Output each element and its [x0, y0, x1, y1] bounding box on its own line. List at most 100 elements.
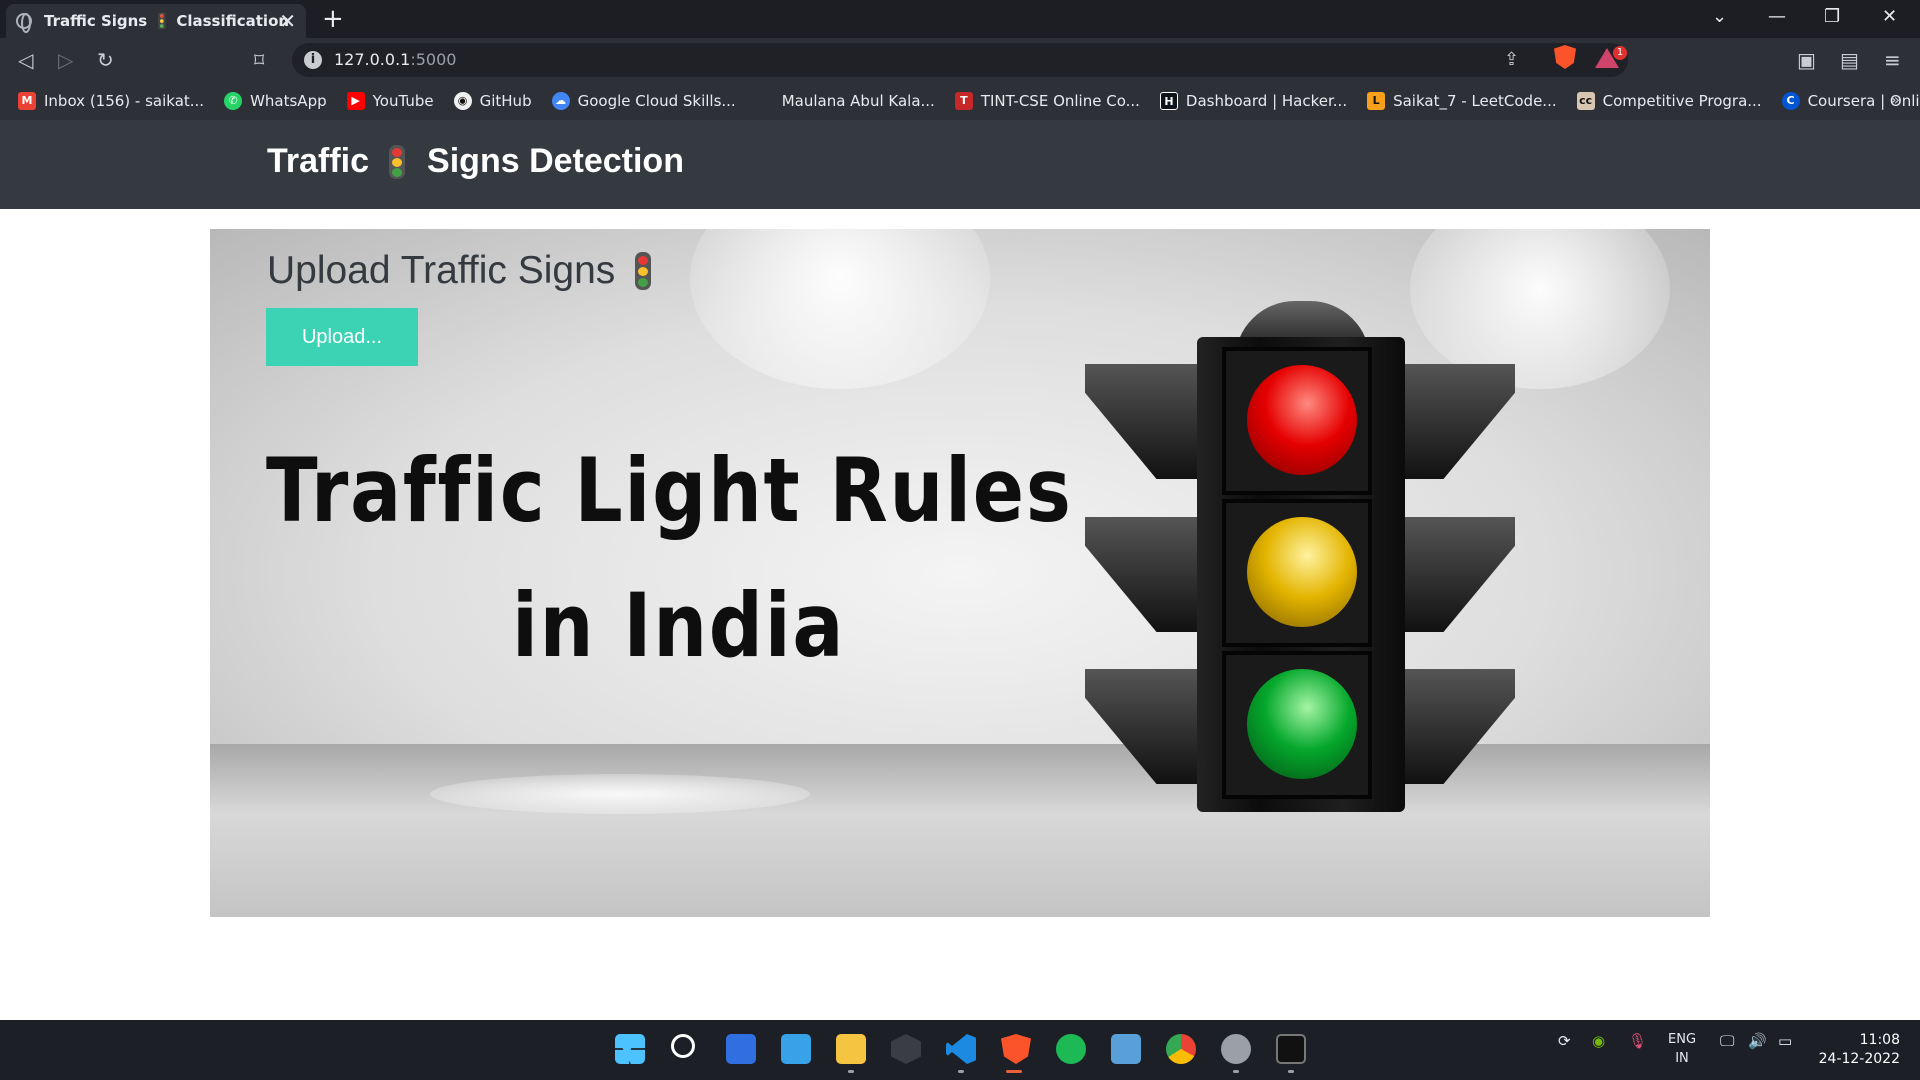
hackerrank-icon: H: [1159, 92, 1178, 110]
bookmark-label: YouTube: [372, 92, 434, 110]
vscode-icon[interactable]: [946, 1034, 976, 1064]
spotify-icon[interactable]: [1056, 1034, 1086, 1064]
bookmark-icon[interactable]: ⌑: [254, 48, 264, 72]
more-bookmarks-chevron-icon[interactable]: »: [1890, 90, 1900, 109]
bookmark-item[interactable]: M Inbox (156) - saikat...: [18, 92, 204, 110]
volume-icon[interactable]: 🔊: [1748, 1032, 1767, 1050]
bookmark-item[interactable]: L Saikat_7 - LeetCode...: [1367, 92, 1557, 110]
traffic-light-icon: [635, 252, 652, 290]
bookmark-label: Dashboard | Hacker...: [1185, 92, 1348, 110]
tint-icon: T: [954, 92, 973, 110]
widgets-icon[interactable]: [726, 1034, 756, 1064]
app-navbar: Traffic Signs Detection: [0, 120, 1920, 209]
brand-text-left: Traffic: [267, 142, 370, 180]
bookmark-item[interactable]: ◉ GitHub: [453, 92, 532, 110]
browser-toolbar: ◁ ▷ ↻ ⌑ i 127.0.0.1:5000 ⇪ ▣ ▤ ≡: [0, 38, 1920, 82]
bookmark-label: TINT-CSE Online Co...: [980, 92, 1140, 110]
bookmark-item[interactable]: cc Competitive Progra...: [1576, 92, 1762, 110]
system-clock[interactable]: 11:08 24-12-2022: [1819, 1031, 1900, 1069]
bookmark-item[interactable]: ▶ YouTube: [346, 92, 434, 110]
tab-search-chevron-icon[interactable]: ⌄: [1712, 6, 1727, 27]
new-tab-button[interactable]: +: [322, 4, 344, 34]
bookmark-label: WhatsApp: [250, 92, 327, 110]
browser-titlebar: Traffic Signs 🚦 Classification ✕ + ⌄ — ❐…: [0, 0, 1920, 38]
youtube-icon: ▶: [346, 92, 365, 110]
terminal-icon[interactable]: [1276, 1034, 1306, 1064]
brave-rewards-icon[interactable]: [1595, 46, 1627, 68]
back-button[interactable]: ◁: [18, 48, 33, 72]
microphone-icon[interactable]: 🎙: [1628, 1032, 1647, 1050]
yellow-lamp: [1247, 517, 1357, 627]
upload-heading-text: Upload Traffic Signs: [267, 249, 616, 292]
brave-icon[interactable]: [1001, 1034, 1031, 1064]
tab-active[interactable]: Traffic Signs 🚦 Classification ✕: [6, 4, 306, 38]
visor-left-top: [1085, 364, 1215, 479]
red-lamp: [1247, 365, 1357, 475]
menu-icon[interactable]: ≡: [1884, 48, 1901, 72]
whatsapp-icon: ✆: [224, 92, 243, 110]
forward-button[interactable]: ▷: [58, 48, 73, 72]
network-icon[interactable]: 🖵: [1720, 1032, 1734, 1050]
bookmark-label: Inbox (156) - saikat...: [44, 92, 205, 110]
site-info-icon[interactable]: i: [304, 51, 322, 69]
battery-icon[interactable]: ▭: [1778, 1032, 1792, 1050]
bookmark-label: Google Cloud Skills...: [577, 92, 736, 110]
github-icon: ◉: [453, 92, 472, 110]
sync-icon[interactable]: ⟳: [1558, 1032, 1571, 1050]
bookmark-label: Coursera | Online C...: [1807, 92, 1920, 110]
control-panel-icon[interactable]: [1111, 1034, 1141, 1064]
bookmark-label: Maulana Abul Kala...: [781, 92, 935, 110]
visor-left-middle: [1085, 517, 1215, 632]
close-window-button[interactable]: ✕: [1882, 6, 1897, 27]
app-hexagon-icon[interactable]: [891, 1034, 921, 1064]
minimize-button[interactable]: —: [1768, 6, 1786, 27]
green-lamp: [1247, 669, 1357, 779]
running-indicator: [848, 1070, 854, 1073]
gmail-icon: M: [18, 92, 36, 110]
nvidia-icon[interactable]: ◉: [1592, 1032, 1605, 1050]
tab-title: Traffic Signs 🚦 Classification: [44, 12, 290, 30]
active-indicator: [1006, 1070, 1022, 1073]
codechef-icon: cc: [1576, 92, 1595, 110]
bookmark-label: GitHub: [479, 92, 532, 110]
bookmark-item[interactable]: T TINT-CSE Online Co...: [954, 92, 1140, 110]
running-indicator: [958, 1070, 964, 1073]
language-code: ENG: [1668, 1032, 1697, 1047]
tab-close-icon[interactable]: ✕: [279, 9, 296, 33]
bookmark-item[interactable]: ☁ Google Cloud Skills...: [551, 92, 736, 110]
chrome-icon[interactable]: [1166, 1034, 1196, 1064]
start-icon[interactable]: [615, 1034, 645, 1064]
search-icon[interactable]: [671, 1034, 695, 1058]
leetcode-icon: L: [1367, 92, 1386, 110]
floor-glow: [430, 774, 810, 814]
share-icon[interactable]: ⇪: [1504, 49, 1519, 70]
bookmark-item[interactable]: H Dashboard | Hacker...: [1159, 92, 1348, 110]
language-indicator[interactable]: ENG IN: [1668, 1030, 1696, 1068]
url-text: 127.0.0.1:5000: [334, 50, 457, 69]
globe-icon: [16, 13, 32, 33]
app-brand[interactable]: Traffic Signs Detection: [267, 142, 684, 181]
spotlight: [690, 229, 990, 389]
wallet-icon[interactable]: ▤: [1840, 48, 1859, 72]
restore-button[interactable]: ❐: [1824, 6, 1840, 27]
settings-gear-icon[interactable]: [1221, 1034, 1251, 1064]
banner-title-line2: in India: [512, 574, 846, 677]
clock-time: 11:08: [1859, 1032, 1900, 1048]
sidebar-icon[interactable]: ▣: [1797, 48, 1816, 72]
hero-banner: Upload Traffic Signs Upload... Traffic L…: [210, 229, 1710, 917]
reload-button[interactable]: ↻: [97, 48, 114, 72]
bookmark-item[interactable]: Maulana Abul Kala...: [756, 92, 935, 110]
bookmark-label: Saikat_7 - LeetCode...: [1393, 92, 1557, 110]
blank-page-icon: [756, 92, 774, 110]
windows-taskbar: ⟳ ◉ 🎙 ENG IN 🖵 🔊 ▭ 11:08 24-12-2022: [0, 1020, 1920, 1080]
address-bar[interactable]: i 127.0.0.1:5000 ⇪: [292, 43, 1628, 77]
desktop-icon[interactable]: [781, 1034, 811, 1064]
file-explorer-icon[interactable]: [836, 1034, 866, 1064]
region-code: IN: [1675, 1051, 1689, 1066]
running-indicator: [1288, 1070, 1294, 1073]
upload-button[interactable]: Upload...: [266, 308, 418, 366]
bookmark-item[interactable]: ✆ WhatsApp: [224, 92, 327, 110]
bookmarks-bar: M Inbox (156) - saikat... ✆ WhatsApp ▶ YouT…: [0, 82, 1920, 120]
traffic-light-icon: [389, 144, 406, 179]
google-cloud-icon: ☁: [551, 92, 570, 110]
